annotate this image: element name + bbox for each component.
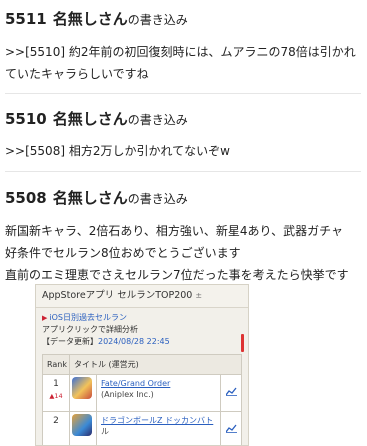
post-line: 直前のエミ理恵でさえセルラン7位だった事を考えたら快挙です	[5, 264, 361, 286]
app-title: ドラゴンボールZ ドッカンバト	[101, 415, 216, 426]
screenshot-link: ▶iOS日別過去セルラン	[42, 312, 242, 324]
post-line: ていたキャラらしいですね	[5, 63, 361, 85]
rank-cell: 1 ▲14	[43, 375, 70, 412]
post-line: 新国新キャラ、2倍石あり、相方強い、新星4あり、武器ガチャ	[5, 220, 361, 242]
trend-chart-icon	[226, 387, 237, 396]
screenshot-title: AppStoreアプリ セルランTOP200	[42, 290, 192, 301]
app-icon-cell	[70, 375, 97, 412]
post-header: 5508 名無しさんの書き込み	[5, 189, 361, 209]
app-icon	[72, 377, 92, 399]
post-divider	[5, 93, 361, 94]
post-number[interactable]: 5511	[5, 10, 47, 28]
post-author-name: 名無しさん	[53, 10, 128, 28]
screenshot-body: ▶iOS日別過去セルラン アプリクリックで詳細分析 【データ更新】2024/08…	[36, 308, 248, 446]
post-number[interactable]: 5510	[5, 110, 47, 128]
title-cell: ドラゴンボールZ ドッカンバト ル	[97, 412, 221, 446]
screenshot-note: アプリクリックで詳細分析	[42, 324, 242, 336]
rank-change: ▲14	[44, 390, 68, 402]
rank-number: 2	[44, 415, 68, 427]
screenshot-link-text: iOS日別過去セルラン	[49, 313, 127, 322]
post-5511: 5511 名無しさんの書き込み >>[5510] 約2年前の初回復刻時には、ムアラ…	[5, 10, 361, 85]
chart-cell	[221, 375, 242, 412]
triangle-icon: ▶	[42, 314, 47, 322]
post-5508: 5508 名無しさんの書き込み 新国新キャラ、2倍石あり、相方強い、新星4あり、武…	[5, 189, 361, 286]
post-header-suffix: の書き込み	[128, 13, 188, 27]
app-company: ル	[101, 426, 216, 437]
post-body: 新国新キャラ、2倍石あり、相方強い、新星4あり、武器ガチャ 好条件でセルラン8位…	[5, 220, 361, 286]
rank-cell: 2	[43, 412, 70, 446]
column-header-title: タイトル (運営元)	[70, 355, 242, 375]
table-row: 2 ドラゴンボールZ ドッカンバト ル	[43, 412, 242, 446]
post-line: >>[5510] 約2年前の初回復刻時には、ムアラニの78倍は引かれ	[5, 41, 361, 63]
chart-cell	[221, 412, 242, 446]
app-company: (Aniplex Inc.)	[101, 389, 216, 400]
post-header: 5510 名無しさんの書き込み	[5, 110, 361, 130]
screenshot-update: 【データ更新】2024/08/28 22:45	[42, 336, 242, 348]
app-icon-cell	[70, 412, 97, 446]
post-body: >>[5508] 相方2万しか引かれてないぞw	[5, 140, 361, 162]
post-header-suffix: の書き込み	[128, 192, 188, 206]
post-line: 好条件でセルラン8位おめでとうございます	[5, 242, 361, 264]
column-header-rank: Rank	[43, 355, 70, 375]
post-header: 5511 名無しさんの書き込み	[5, 10, 361, 30]
scroll-indicator	[241, 334, 244, 352]
post-number[interactable]: 5508	[5, 189, 47, 207]
post-5510: 5510 名無しさんの書き込み >>[5508] 相方2万しか引かれてないぞw	[5, 110, 361, 162]
post-author-name: 名無しさん	[53, 189, 128, 207]
trend-chart-icon	[226, 424, 237, 433]
ranking-table: Rank タイトル (運営元) 1 ▲14 Fate/Grand Order (…	[42, 354, 242, 446]
title-cell: Fate/Grand Order (Aniplex Inc.)	[97, 375, 221, 412]
rank-number: 1	[44, 378, 68, 390]
update-time: 2024/08/28 22:45	[98, 337, 170, 346]
screenshot-header: AppStoreアプリ セルランTOP200±	[36, 285, 248, 308]
attached-screenshot[interactable]: AppStoreアプリ セルランTOP200± ▶iOS日別過去セルラン アプリ…	[35, 284, 249, 446]
table-header-row: Rank タイトル (運営元)	[43, 355, 242, 375]
post-divider	[5, 171, 361, 172]
post-line: >>[5508] 相方2万しか引かれてないぞw	[5, 140, 361, 162]
table-row: 1 ▲14 Fate/Grand Order (Aniplex Inc.)	[43, 375, 242, 412]
expand-icon: ±	[195, 291, 202, 300]
post-header-suffix: の書き込み	[128, 113, 188, 127]
update-label: 【データ更新】	[42, 337, 98, 346]
post-body: >>[5510] 約2年前の初回復刻時には、ムアラニの78倍は引かれ ていたキャ…	[5, 41, 361, 85]
app-title: Fate/Grand Order	[101, 378, 216, 389]
app-icon	[72, 414, 92, 436]
post-author-name: 名無しさん	[53, 110, 128, 128]
